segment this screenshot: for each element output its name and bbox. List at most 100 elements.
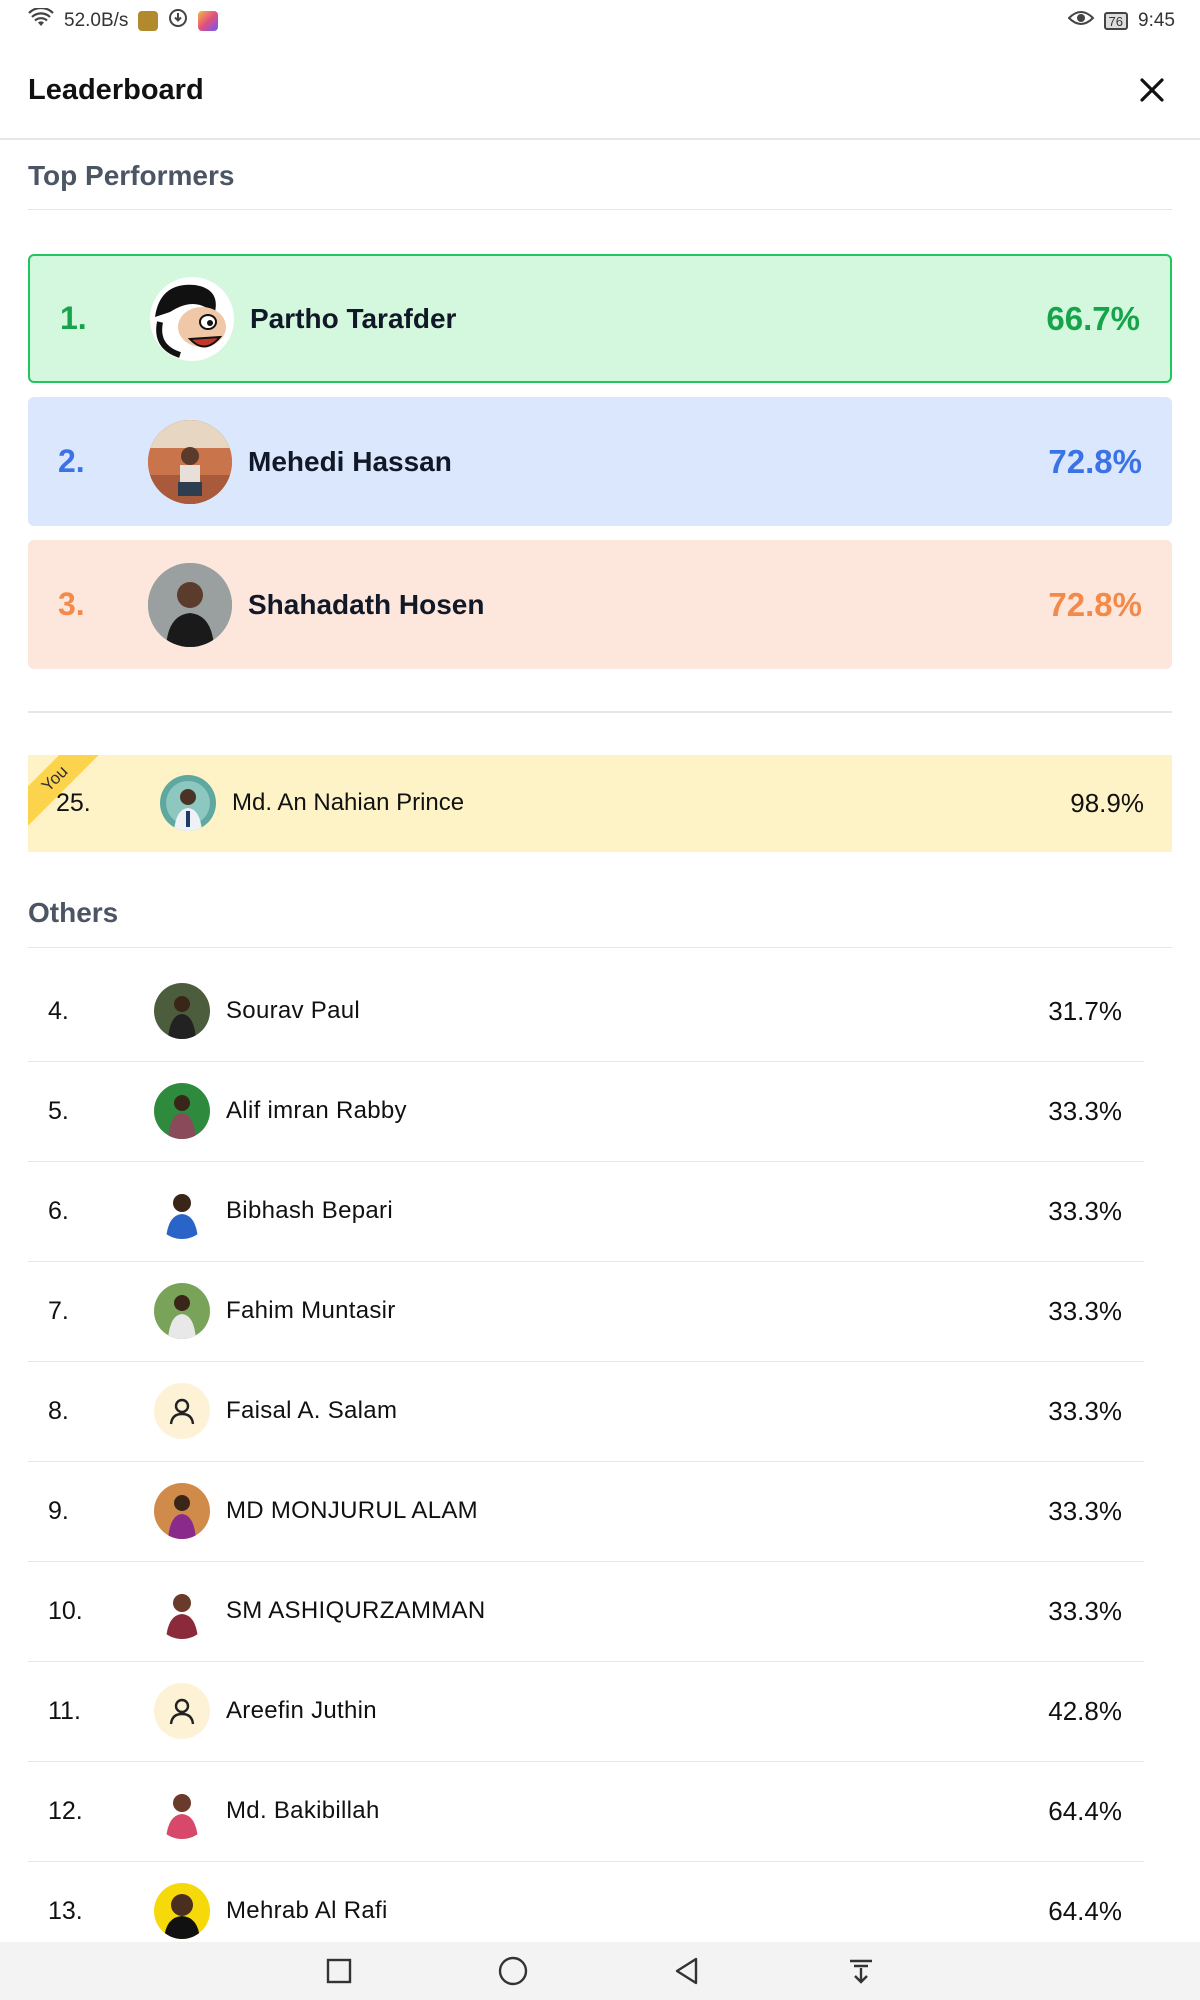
network-speed: 52.0B/s xyxy=(64,10,129,31)
row-name: Areefin Juthin xyxy=(226,1697,377,1724)
recents-button[interactable] xyxy=(312,1944,366,1998)
list-item[interactable]: 8. Faisal A. Salam 33.3% xyxy=(28,1362,1144,1462)
leaderboard-content[interactable]: Top Performers 1. Partho Tarafder 66.7% … xyxy=(28,142,1172,1962)
eye-icon xyxy=(1067,9,1094,33)
row-score: 33.3% xyxy=(1048,1195,1122,1226)
performer-name: Mehedi Hassan xyxy=(248,445,452,477)
rank-number: 1. xyxy=(60,300,87,336)
performer-name: Partho Tarafder xyxy=(250,302,457,334)
clock: 9:45 xyxy=(1138,10,1175,31)
user-icon xyxy=(169,1398,195,1425)
status-bar-left: 52.0B/s xyxy=(28,6,219,34)
row-name: Sourav Paul xyxy=(226,997,361,1024)
status-bar-right: 76 9:45 xyxy=(1067,9,1175,33)
avatar xyxy=(160,775,216,831)
gallery-notification-icon xyxy=(198,11,219,31)
row-score: 31.7% xyxy=(1048,995,1122,1026)
row-rank: 9. xyxy=(48,1496,69,1525)
row-name: Fahim Muntasir xyxy=(226,1297,396,1324)
top-performer-card-3[interactable]: 3. Shahadath Hosen 72.8% xyxy=(28,540,1172,669)
list-item[interactable]: 10. SM ASHIQURZAMMAN 33.3% xyxy=(28,1562,1144,1662)
back-button[interactable] xyxy=(660,1944,714,1998)
current-user-score: 98.9% xyxy=(1070,787,1144,818)
performer-score: 72.8% xyxy=(1048,442,1142,480)
circle-icon xyxy=(498,1956,528,1986)
list-item[interactable]: 6. Bibhash Bepari 33.3% xyxy=(28,1162,1144,1262)
user-icon xyxy=(169,1698,195,1725)
row-rank: 7. xyxy=(48,1296,69,1325)
avatar xyxy=(154,1283,210,1339)
others-section: Others 4. Sourav Paul 31.7% 5. Alif imra… xyxy=(28,880,1172,1962)
top-performers-list: 1. Partho Tarafder 66.7% 2. Mehedi Hassa… xyxy=(28,254,1172,669)
avatar xyxy=(154,1783,210,1839)
avatar xyxy=(154,1583,210,1639)
row-rank: 11. xyxy=(48,1696,81,1725)
leaderboard-screen: 52.0B/s 76 9:45 Leaderboard Top Performe… xyxy=(0,0,1200,2000)
close-button[interactable] xyxy=(1130,68,1174,112)
app-header: Leaderboard xyxy=(0,42,1200,140)
row-rank: 6. xyxy=(48,1196,69,1225)
row-name: SM ASHIQURZAMMAN xyxy=(226,1597,486,1624)
system-nav-bar xyxy=(0,1942,1200,2000)
row-name: Bibhash Bepari xyxy=(226,1197,393,1224)
row-score: 64.4% xyxy=(1048,1795,1122,1826)
battery-level: 76 xyxy=(1108,13,1124,29)
app-notification-icon xyxy=(138,11,159,31)
rank-number: 2. xyxy=(58,443,85,479)
list-item[interactable]: 9. MD MONJURUL ALAM 33.3% xyxy=(28,1462,1144,1562)
row-name: Md. Bakibillah xyxy=(226,1797,380,1824)
top-performer-card-1[interactable]: 1. Partho Tarafder 66.7% xyxy=(28,254,1172,383)
pull-down-icon xyxy=(850,1959,872,1984)
current-user-card[interactable]: You 25. Md. An Nahian Prince 98.9% xyxy=(28,754,1172,852)
avatar xyxy=(154,1083,210,1139)
row-rank: 4. xyxy=(48,996,69,1025)
row-rank: 8. xyxy=(48,1396,69,1425)
performer-score: 66.7% xyxy=(1046,299,1140,337)
others-heading: Others xyxy=(28,880,1172,948)
battery-icon: 76 xyxy=(1103,12,1129,30)
avatar xyxy=(154,1183,210,1239)
row-score: 33.3% xyxy=(1048,1395,1122,1426)
row-rank: 5. xyxy=(48,1096,69,1125)
home-button[interactable] xyxy=(486,1944,540,1998)
row-name: MD MONJURUL ALAM xyxy=(226,1497,478,1524)
avatar xyxy=(154,983,210,1039)
download-icon xyxy=(168,8,188,34)
page-title: Leaderboard xyxy=(28,73,204,106)
list-item[interactable]: 7. Fahim Muntasir 33.3% xyxy=(28,1262,1144,1362)
row-rank: 10. xyxy=(48,1596,83,1625)
row-score: 33.3% xyxy=(1048,1095,1122,1126)
top-performer-card-2[interactable]: 2. Mehedi Hassan 72.8% xyxy=(28,397,1172,526)
current-user-rank: 25. xyxy=(56,788,91,817)
row-rank: 12. xyxy=(48,1796,83,1825)
close-icon xyxy=(1140,78,1164,102)
top-performers-heading: Top Performers xyxy=(28,142,1172,210)
list-item[interactable]: 11. Areefin Juthin 42.8% xyxy=(28,1662,1144,1762)
row-rank: 13. xyxy=(48,1896,83,1925)
avatar xyxy=(154,1883,210,1939)
row-name: Alif imran Rabby xyxy=(226,1097,407,1124)
status-bar: 52.0B/s 76 9:45 xyxy=(0,0,1200,42)
list-item[interactable]: 4. Sourav Paul 31.7% xyxy=(28,962,1144,1062)
square-icon xyxy=(326,1958,352,1984)
avatar xyxy=(148,562,232,647)
avatar xyxy=(148,419,232,504)
wifi-icon xyxy=(28,6,54,34)
avatar xyxy=(154,1683,210,1739)
others-list: 4. Sourav Paul 31.7% 5. Alif imran Rabby… xyxy=(28,962,1144,1962)
section-divider xyxy=(28,711,1172,713)
rank-number: 3. xyxy=(58,586,85,622)
list-item[interactable]: 12. Md. Bakibillah 64.4% xyxy=(28,1762,1144,1862)
performer-score: 72.8% xyxy=(1048,585,1142,623)
triangle-back-icon xyxy=(675,1957,698,1985)
current-user-name: Md. An Nahian Prince xyxy=(232,789,465,816)
avatar xyxy=(150,276,234,361)
row-name: Mehrab Al Rafi xyxy=(226,1897,388,1924)
row-name: Faisal A. Salam xyxy=(226,1397,398,1424)
list-item[interactable]: 5. Alif imran Rabby 33.3% xyxy=(28,1062,1144,1162)
avatar xyxy=(154,1483,210,1539)
row-score: 33.3% xyxy=(1048,1295,1122,1326)
performer-name: Shahadath Hosen xyxy=(248,588,485,620)
row-score: 33.3% xyxy=(1048,1495,1122,1526)
notification-pulldown-button[interactable] xyxy=(834,1944,888,1998)
